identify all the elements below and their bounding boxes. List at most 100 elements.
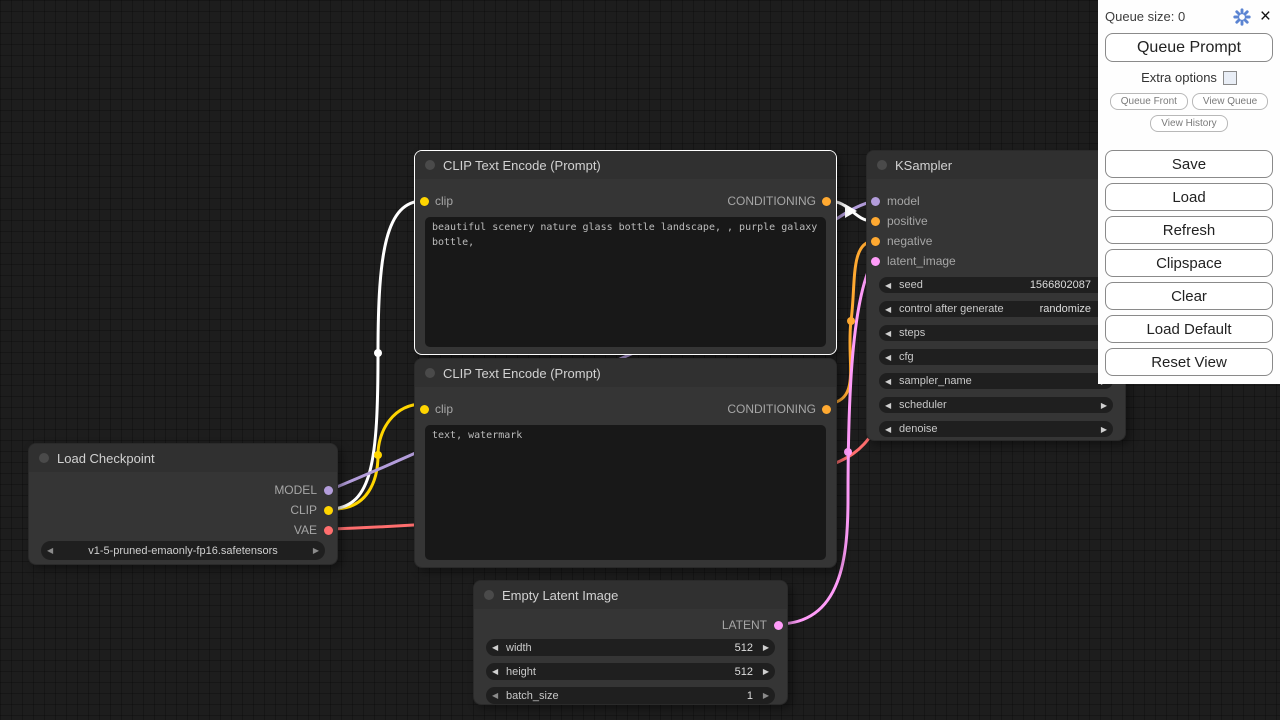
output-slot-latent[interactable]: LATENT	[474, 617, 787, 633]
collapse-dot-icon[interactable]	[877, 160, 887, 170]
input-slot-clip[interactable]: clip	[420, 402, 453, 416]
positive-prompt-textarea[interactable]: beautiful scenery nature glass bottle la…	[425, 217, 826, 347]
close-icon[interactable]: ×	[1260, 7, 1271, 26]
widget-scheduler[interactable]: ◀ scheduler ▶	[879, 397, 1113, 413]
conditioning-slot-dot[interactable]	[871, 237, 880, 246]
widget-label: width	[506, 642, 532, 654]
decrement-arrow-icon[interactable]: ◀	[885, 281, 897, 290]
extra-options-label: Extra options	[1141, 70, 1217, 85]
save-button[interactable]: Save	[1105, 150, 1273, 178]
decrement-arrow-icon[interactable]: ◀	[885, 377, 897, 386]
increment-arrow-icon[interactable]: ▶	[757, 643, 769, 652]
input-slot-negative[interactable]: negative	[867, 231, 1125, 251]
widget-height[interactable]: ◀ height 512 ▶	[486, 663, 775, 680]
refresh-button[interactable]: Refresh	[1105, 216, 1273, 244]
increment-arrow-icon[interactable]: ▶	[757, 667, 769, 676]
node-clip-text-encode-1[interactable]: CLIP Text Encode (Prompt) clip CONDITION…	[414, 150, 837, 355]
collapse-dot-icon[interactable]	[425, 368, 435, 378]
output-slot-model[interactable]: MODEL	[29, 480, 337, 500]
input-slot-clip[interactable]: clip	[420, 194, 453, 208]
next-value-arrow-icon[interactable]: ▶	[307, 546, 319, 555]
vae-slot-dot[interactable]	[324, 526, 333, 535]
node-title: Empty Latent Image	[502, 588, 618, 603]
node-clip-text-encode-2[interactable]: CLIP Text Encode (Prompt) clip CONDITION…	[414, 358, 837, 568]
queue-size-label: Queue size: 0	[1105, 9, 1233, 24]
slot-label: negative	[887, 234, 932, 248]
node-title-bar[interactable]: CLIP Text Encode (Prompt)	[415, 151, 836, 179]
decrement-arrow-icon[interactable]: ◀	[492, 691, 504, 700]
prev-value-arrow-icon[interactable]: ◀	[47, 546, 59, 555]
widget-batch-size[interactable]: ◀ batch_size 1 ▶	[486, 687, 775, 704]
conditioning-slot-dot[interactable]	[822, 405, 831, 414]
node-title-bar[interactable]: KSampler	[867, 151, 1125, 179]
conditioning-slot-dot[interactable]	[871, 217, 880, 226]
input-slot-latent-image[interactable]: latent_image	[867, 251, 1125, 271]
load-default-button[interactable]: Load Default	[1105, 315, 1273, 343]
latent-slot-dot[interactable]	[871, 257, 880, 266]
comfy-menu-panel: Queue size: 0 × Queue Prompt Extra optio…	[1098, 0, 1280, 384]
widget-denoise[interactable]: ◀ denoise ▶	[879, 421, 1113, 437]
decrement-arrow-icon[interactable]: ◀	[492, 667, 504, 676]
output-slot-conditioning[interactable]: CONDITIONING	[727, 194, 831, 208]
extra-options-checkbox[interactable]	[1223, 71, 1237, 85]
input-slot-model[interactable]: model	[867, 191, 1125, 211]
output-slot-clip[interactable]: CLIP	[29, 500, 337, 520]
decrement-arrow-icon[interactable]: ◀	[885, 353, 897, 362]
decrement-arrow-icon[interactable]: ◀	[885, 305, 897, 314]
queue-prompt-button[interactable]: Queue Prompt	[1105, 33, 1273, 62]
node-title-bar[interactable]: Load Checkpoint	[29, 444, 337, 472]
widget-label: control after generate	[899, 303, 1004, 315]
clip-slot-dot[interactable]	[420, 405, 429, 414]
widget-cfg[interactable]: ◀ cfg ▶	[879, 349, 1113, 365]
increment-arrow-icon[interactable]: ▶	[757, 691, 769, 700]
graph-canvas[interactable]: CLIP Text Encode (Prompt) clip CONDITION…	[0, 0, 1280, 720]
collapse-dot-icon[interactable]	[39, 453, 49, 463]
model-slot-dot[interactable]	[871, 197, 880, 206]
clip-slot-dot[interactable]	[420, 197, 429, 206]
increment-arrow-icon[interactable]: ▶	[1095, 425, 1107, 434]
latent-slot-dot[interactable]	[774, 621, 783, 630]
widget-sampler-name[interactable]: ◀ sampler_name ▶	[879, 373, 1113, 389]
node-load-checkpoint[interactable]: Load Checkpoint MODEL CLIP VAE ◀ v1-5-pr…	[28, 443, 338, 565]
widget-steps[interactable]: ◀ steps ▶	[879, 325, 1113, 341]
conditioning-slot-dot[interactable]	[822, 197, 831, 206]
increment-arrow-icon[interactable]: ▶	[1095, 401, 1107, 410]
reset-view-button[interactable]: Reset View	[1105, 348, 1273, 376]
view-history-button[interactable]: View History	[1150, 115, 1227, 132]
negative-prompt-textarea[interactable]: text, watermark	[425, 425, 826, 560]
slot-label: CONDITIONING	[727, 194, 816, 208]
widget-width[interactable]: ◀ width 512 ▶	[486, 639, 775, 656]
queue-front-button[interactable]: Queue Front	[1110, 93, 1188, 110]
decrement-arrow-icon[interactable]: ◀	[492, 643, 504, 652]
view-queue-button[interactable]: View Queue	[1192, 93, 1268, 110]
clip-slot-dot[interactable]	[324, 506, 333, 515]
clipspace-button[interactable]: Clipspace	[1105, 249, 1273, 277]
load-button[interactable]: Load	[1105, 183, 1273, 211]
output-slot-vae[interactable]: VAE	[29, 520, 337, 540]
slot-label: clip	[435, 402, 453, 416]
decrement-arrow-icon[interactable]: ◀	[885, 329, 897, 338]
node-title: CLIP Text Encode (Prompt)	[443, 158, 601, 173]
model-slot-dot[interactable]	[324, 486, 333, 495]
decrement-arrow-icon[interactable]: ◀	[885, 401, 897, 410]
widget-label: batch_size	[506, 690, 559, 702]
widget-control-after-generate[interactable]: ◀ control after generate randomize ▶	[879, 301, 1113, 317]
node-title: KSampler	[895, 158, 952, 173]
input-slot-positive[interactable]: positive	[867, 211, 1125, 231]
widget-seed[interactable]: ◀ seed 1566802087 ▶	[879, 277, 1113, 293]
decrement-arrow-icon[interactable]: ◀	[885, 425, 897, 434]
collapse-dot-icon[interactable]	[484, 590, 494, 600]
clear-button[interactable]: Clear	[1105, 282, 1273, 310]
settings-gear-icon[interactable]	[1233, 8, 1251, 26]
output-slot-conditioning[interactable]: CONDITIONING	[727, 402, 831, 416]
node-empty-latent-image[interactable]: Empty Latent Image LATENT ◀ width 512 ▶ …	[473, 580, 788, 705]
slot-label: CLIP	[290, 503, 317, 517]
node-title-bar[interactable]: Empty Latent Image	[474, 581, 787, 609]
node-ksampler[interactable]: KSampler model positive negative latent_…	[866, 150, 1126, 441]
ckpt-name-combo[interactable]: ◀ v1-5-pruned-emaonly-fp16.safetensors ▶	[41, 541, 325, 560]
slot-label: positive	[887, 214, 928, 228]
collapse-dot-icon[interactable]	[425, 160, 435, 170]
widget-label: height	[506, 666, 536, 678]
slot-label: clip	[435, 194, 453, 208]
node-title-bar[interactable]: CLIP Text Encode (Prompt)	[415, 359, 836, 387]
